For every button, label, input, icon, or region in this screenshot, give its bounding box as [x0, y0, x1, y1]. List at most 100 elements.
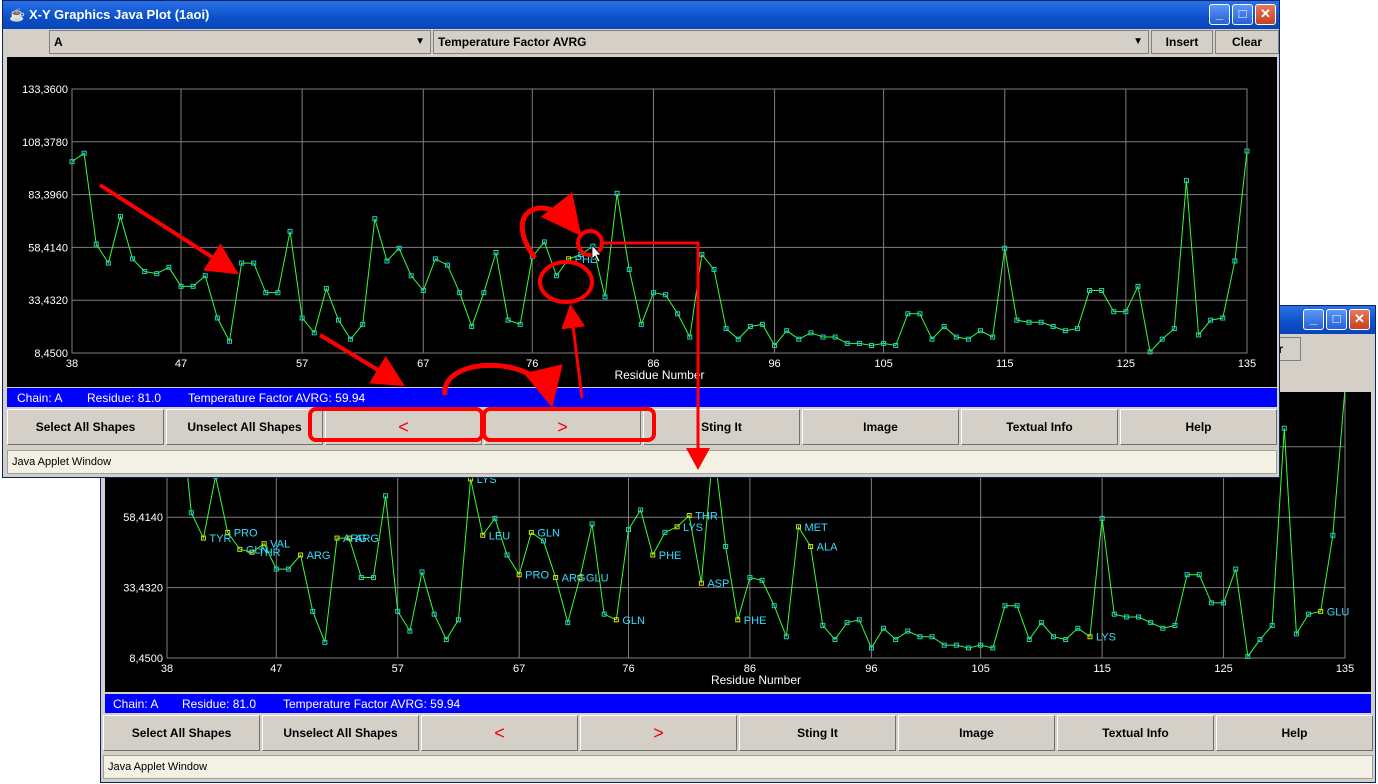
residue-label: LYS [1096, 632, 1116, 644]
residue-label: TYR [209, 533, 231, 545]
textual-info-button[interactable]: Textual Info [961, 409, 1118, 445]
residue-label: PRO [525, 570, 549, 582]
plot-frame [71, 88, 1248, 354]
residue-label: GLN [622, 615, 645, 627]
y-tick-label: 33,4320 [28, 295, 68, 307]
back-button-row: Select All Shapes Unselect All Shapes < … [101, 713, 1375, 753]
x-axis-label: Residue Number [614, 368, 704, 382]
residue-label: ASP [707, 578, 729, 590]
x-tick-label: 115 [1093, 663, 1111, 675]
x-tick-label: 96 [768, 358, 780, 370]
residue-label: LEU [489, 530, 510, 542]
residue-label: GLN [537, 527, 560, 539]
back-previous-button[interactable]: < [421, 715, 578, 751]
back-sting-it-button[interactable]: Sting It [739, 715, 896, 751]
x-tick-label: 135 [1238, 358, 1256, 370]
previous-button[interactable]: < [325, 409, 482, 445]
back-maximize-button[interactable]: □ [1326, 309, 1347, 330]
sting-it-button[interactable]: Sting It [643, 409, 800, 445]
x-tick-label: 67 [513, 663, 525, 675]
plot-area[interactable]: 38 47 57 67 76 86 96 105 115 125 135 133,3600 108,37… [7, 57, 1277, 387]
x-tick-label: 105 [874, 358, 892, 370]
back-status-property: Temperature Factor AVRG: 59.94 [283, 697, 461, 711]
residue-label: VAL [270, 539, 290, 551]
y-tick-label: 83,3960 [28, 190, 68, 202]
status-bar: Chain: A Residue: 81.0 Temperature Facto… [7, 388, 1277, 408]
y-tick-label: 58,4140 [28, 242, 68, 254]
status-residue: Residue: 81.0 [87, 391, 162, 405]
back-minimize-button[interactable]: _ [1303, 309, 1324, 330]
residue-label: ARG [307, 550, 331, 562]
status-chain: Chain: A [17, 391, 63, 405]
property-select[interactable]: Temperature Factor AVRG ▼ [433, 30, 1149, 54]
y-tick-label: 108,3780 [22, 137, 68, 149]
status-property: Temperature Factor AVRG: 59.94 [188, 391, 366, 405]
x-tick-label: 76 [622, 663, 634, 675]
x-tick-label: 115 [996, 358, 1014, 370]
back-help-button[interactable]: Help [1216, 715, 1373, 751]
property-select-value: Temperature Factor AVRG [438, 35, 587, 49]
front-applet-window: ☕ X-Y Graphics Java Plot (1aoi) _ □ ✕ A … [2, 0, 1280, 478]
back-applet-window-label: Java Applet Window [103, 755, 1373, 779]
image-button[interactable]: Image [802, 409, 959, 445]
residue-label: MET [805, 522, 829, 534]
x-tick-label: 57 [392, 663, 404, 675]
back-unselect-all-shapes-button[interactable]: Unselect All Shapes [262, 715, 419, 751]
chain-select-value: A [54, 35, 63, 49]
chain-select[interactable]: A ▼ [49, 30, 431, 54]
residue-label: PHE [575, 254, 598, 266]
x-tick-label: 105 [971, 663, 989, 675]
close-button[interactable]: ✕ [1255, 4, 1276, 25]
x-tick-label: 47 [175, 358, 187, 370]
maximize-button[interactable]: □ [1232, 4, 1253, 25]
back-image-button[interactable]: Image [898, 715, 1055, 751]
y-tick-label: 33,4320 [123, 583, 163, 595]
back-close-button[interactable]: ✕ [1349, 309, 1370, 330]
minimize-button[interactable]: _ [1209, 4, 1230, 25]
button-row: Select All Shapes Unselect All Shapes < … [3, 407, 1279, 447]
x-tick-label: 57 [296, 358, 308, 370]
series-line [71, 150, 1248, 353]
front-title-bar: ☕ X-Y Graphics Java Plot (1aoi) _ □ ✕ [3, 1, 1279, 29]
x-tick-label: 125 [1214, 663, 1232, 675]
residue-label: THR [695, 511, 718, 523]
x-tick-label: 96 [865, 663, 877, 675]
residue-label: ARG [562, 573, 586, 585]
residue-label: PRO [234, 527, 258, 539]
y-tick-label: 133,3600 [22, 84, 68, 96]
residue-label: ARG [355, 533, 379, 545]
chart: 38 47 57 67 76 86 96 105 115 125 135133,3600108,37… [22, 84, 1256, 382]
applet-window-label: Java Applet Window [7, 450, 1277, 474]
back-select-all-shapes-button[interactable]: Select All Shapes [103, 715, 260, 751]
java-cup-icon: ☕ [9, 7, 26, 22]
residue-label: PHE [659, 550, 682, 562]
y-tick-label: 8,4500 [129, 653, 163, 665]
x-tick-label: 135 [1336, 663, 1354, 675]
chevron-down-icon: ▼ [1133, 36, 1143, 47]
back-textual-info-button[interactable]: Textual Info [1057, 715, 1214, 751]
residue-label: ALA [817, 542, 838, 554]
x-tick-label: 76 [526, 358, 538, 370]
next-button[interactable]: > [484, 409, 641, 445]
back-status-bar: Chain: A Residue: 81.0 Temperature Facto… [105, 694, 1371, 714]
x-axis-label: Residue Number [711, 673, 801, 687]
select-all-shapes-button[interactable]: Select All Shapes [7, 409, 164, 445]
residue-label: GLU [1327, 606, 1350, 618]
y-tick-label: 8,4500 [34, 348, 68, 360]
insert-button[interactable]: Insert [1151, 30, 1213, 54]
x-tick-label: 125 [1117, 358, 1135, 370]
residue-label: GLU [586, 573, 609, 585]
back-status-chain: Chain: A [113, 697, 159, 711]
front-toolbar: A ▼ Temperature Factor AVRG ▼ Insert Cle… [7, 29, 1279, 55]
residue-label: LYS [683, 522, 703, 534]
residue-label: PHE [744, 615, 767, 627]
unselect-all-shapes-button[interactable]: Unselect All Shapes [166, 409, 323, 445]
x-tick-label: 67 [417, 358, 429, 370]
clear-button[interactable]: Clear [1215, 30, 1279, 54]
help-button[interactable]: Help [1120, 409, 1277, 445]
window-title: X-Y Graphics Java Plot (1aoi) [29, 7, 210, 22]
x-tick-label: 47 [270, 663, 282, 675]
back-next-button[interactable]: > [580, 715, 737, 751]
y-tick-label: 58,4140 [123, 512, 163, 524]
chevron-down-icon: ▼ [415, 36, 425, 47]
